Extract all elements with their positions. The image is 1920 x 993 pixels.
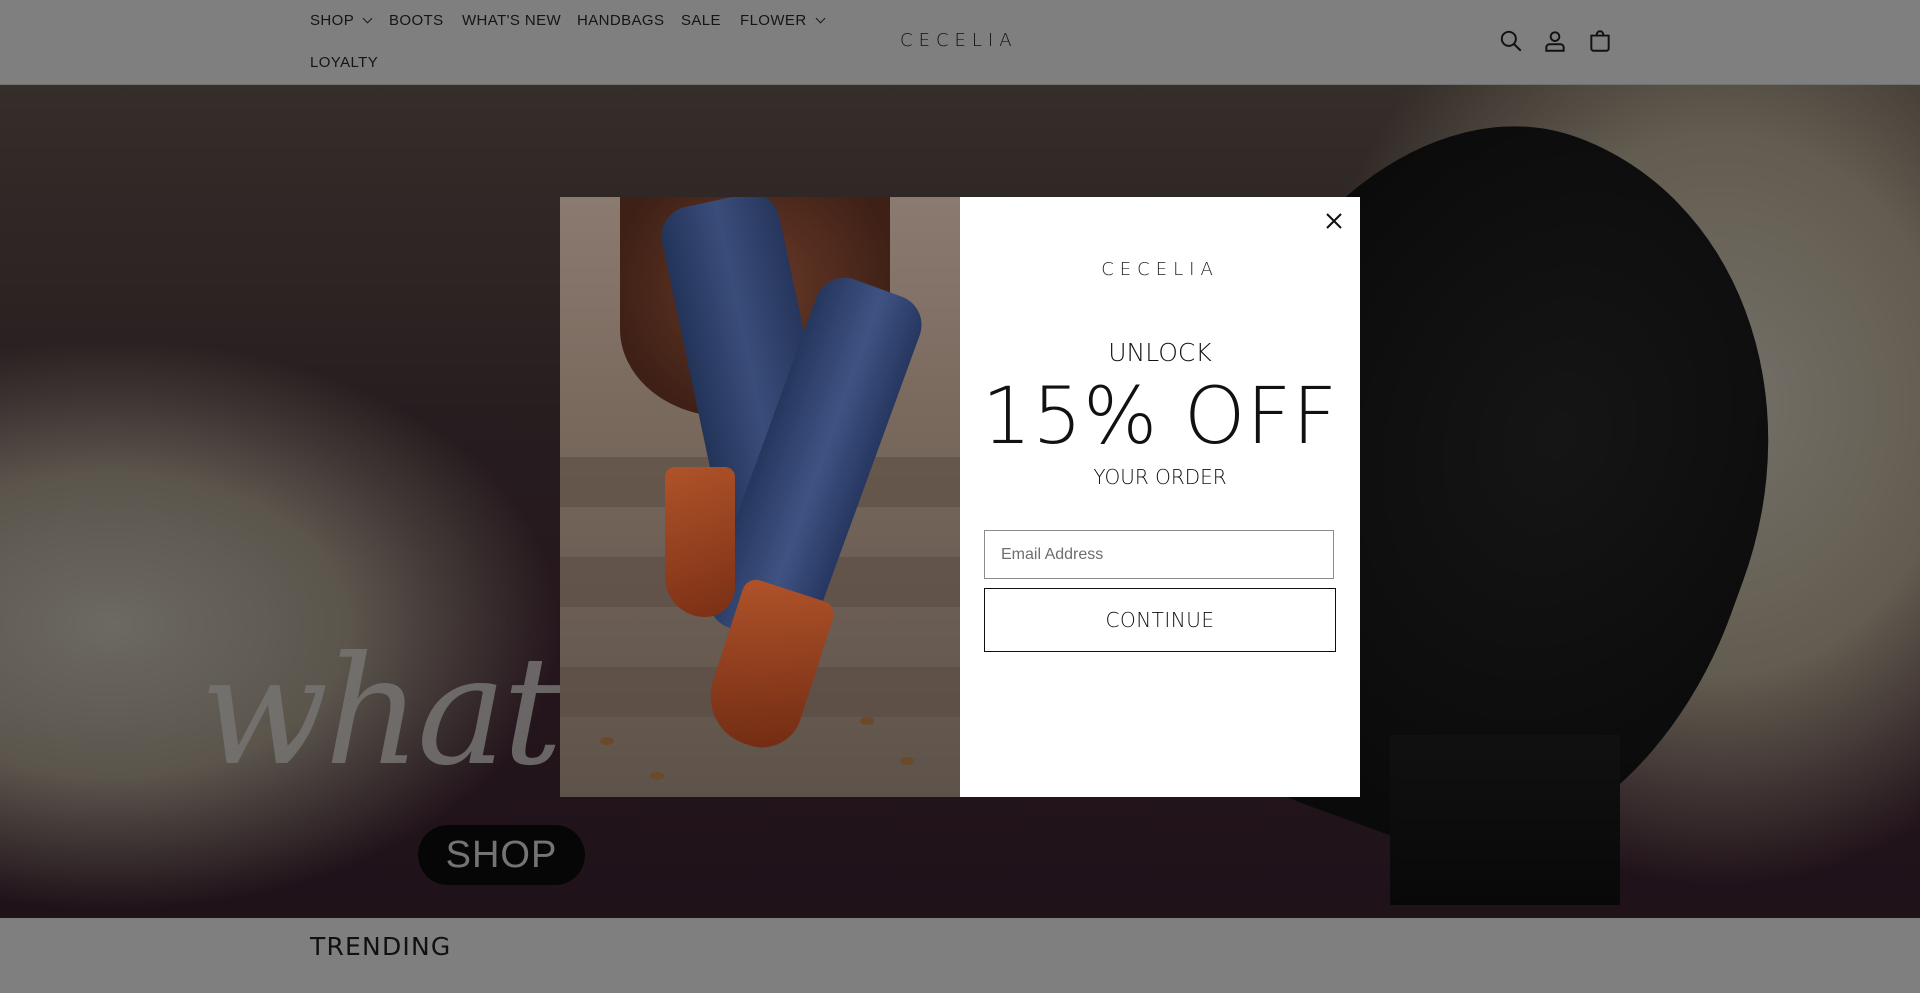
popup-subtitle: YOUR ORDER <box>1093 465 1227 489</box>
close-icon[interactable] <box>1322 209 1346 233</box>
email-input[interactable] <box>984 530 1334 579</box>
popup-discount-text: 15% OFF <box>981 372 1339 462</box>
continue-button[interactable]: CONTINUE <box>984 588 1336 652</box>
popup-unlock-text: UNLOCK <box>1108 338 1212 367</box>
popup-logo: CECELIA <box>1101 259 1219 280</box>
popup-content: CECELIA UNLOCK 15% OFF YOUR ORDER CONTIN… <box>960 197 1360 797</box>
popup-image <box>560 197 960 797</box>
discount-popup: CECELIA UNLOCK 15% OFF YOUR ORDER CONTIN… <box>560 197 1360 797</box>
